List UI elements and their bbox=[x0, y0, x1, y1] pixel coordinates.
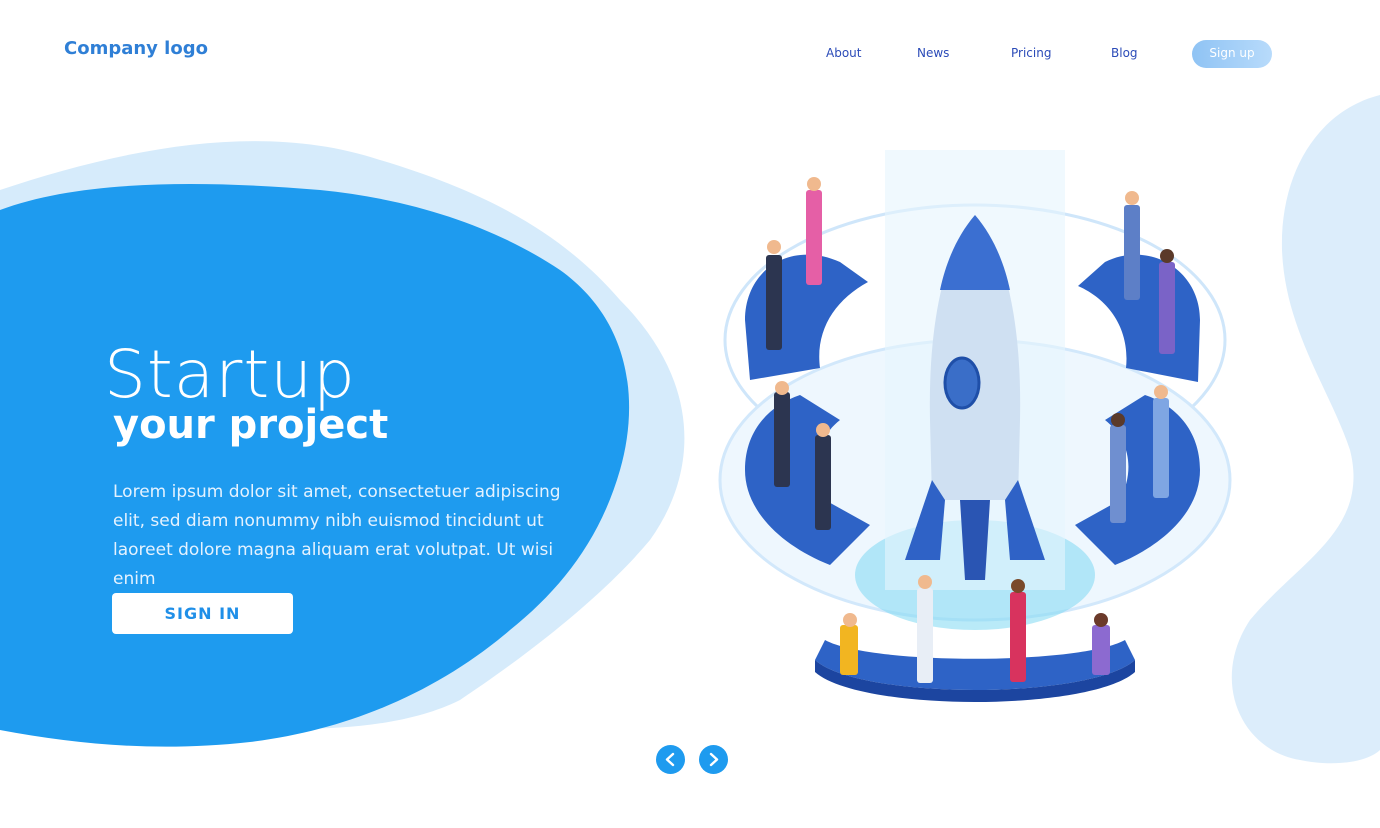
person-head bbox=[1125, 191, 1139, 205]
person-head bbox=[807, 177, 821, 191]
person-head bbox=[767, 240, 781, 254]
rocket-window bbox=[943, 356, 981, 410]
rocket-illustration bbox=[718, 150, 1232, 702]
rocket-engine bbox=[960, 500, 990, 580]
person-figure bbox=[1124, 205, 1140, 300]
person-figure bbox=[840, 625, 858, 675]
person-head bbox=[1160, 249, 1174, 263]
person-figure bbox=[815, 435, 831, 530]
person-figure bbox=[766, 255, 782, 350]
person-head bbox=[775, 381, 789, 395]
chevron-left-icon bbox=[665, 752, 675, 767]
person-figure bbox=[917, 588, 933, 683]
person-head bbox=[918, 575, 932, 589]
chevron-right-icon bbox=[709, 752, 719, 767]
person-head bbox=[1011, 579, 1025, 593]
person-figure bbox=[774, 392, 790, 487]
person-head bbox=[843, 613, 857, 627]
person-figure bbox=[1010, 592, 1026, 682]
person-figure bbox=[806, 190, 822, 285]
person-head bbox=[1094, 613, 1108, 627]
person-figure bbox=[1153, 398, 1169, 498]
person-figure bbox=[1159, 262, 1175, 354]
person-figure bbox=[1110, 425, 1126, 523]
person-head bbox=[1154, 385, 1168, 399]
person-figure bbox=[1092, 625, 1110, 675]
next-slide-button[interactable] bbox=[699, 745, 728, 774]
person-head bbox=[1111, 413, 1125, 427]
prev-slide-button[interactable] bbox=[656, 745, 685, 774]
person-head bbox=[816, 423, 830, 437]
